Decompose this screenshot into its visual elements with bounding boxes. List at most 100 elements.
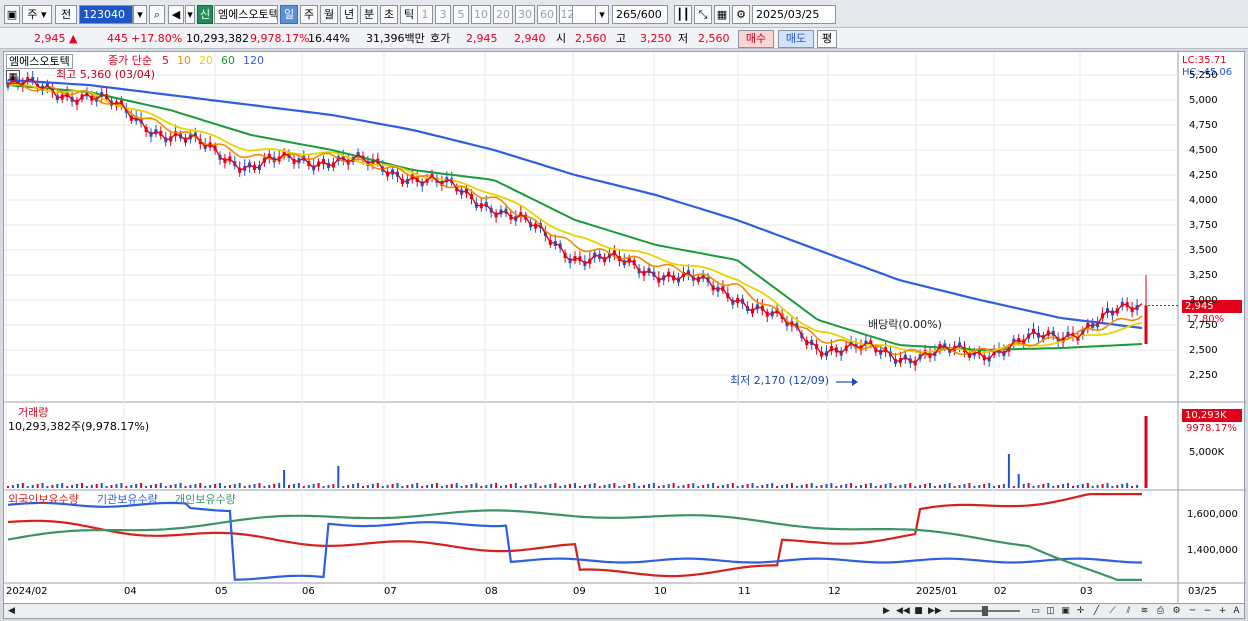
date-input[interactable]: 2025/03/25 [752, 5, 836, 24]
minute-preset-0[interactable]: 1 [417, 5, 433, 24]
volume-bar-91 [455, 483, 458, 488]
prev-button[interactable]: 전 [55, 5, 77, 24]
horizontal-scrollbar[interactable]: ◀ ▶ ◀◀ ■ ▶▶ ▭ ◫ ▣ ✛ ╱ ⟋ ⫽ ≋ ⎙ ⚙ ─ − + A [3, 603, 1245, 619]
interval-5[interactable]: 초 [380, 5, 398, 24]
minute-preset-3[interactable]: 10 [471, 5, 491, 24]
speaker-icon[interactable]: ◀ [168, 5, 184, 24]
candle-type-icon[interactable]: ┃┃ [674, 5, 692, 24]
volume-bar-50 [253, 484, 256, 488]
minimize-icon[interactable]: ─ [1186, 605, 1199, 618]
interval-3[interactable]: 년 [340, 5, 358, 24]
window-tile-icon[interactable]: ▣ [1059, 605, 1072, 618]
zoom-out-icon[interactable]: − [1201, 605, 1214, 618]
minute-preset-5[interactable]: 30 [515, 5, 535, 24]
volume-bar-179 [889, 483, 892, 488]
volume-pct-tag: 9978.17% [1186, 423, 1237, 434]
code-dropdown-icon[interactable]: ▾ [133, 5, 147, 24]
forward-icon[interactable]: ▶▶ [928, 605, 942, 618]
volume-bar-51 [258, 483, 261, 488]
legend-stock-name[interactable]: 엠에스오토텍 [6, 54, 73, 69]
trade-amount: 31,396백만 [366, 32, 425, 45]
minute-preset-2[interactable]: 5 [453, 5, 469, 24]
capture-icon[interactable]: ⎙ [1154, 605, 1167, 618]
holding-legend-2[interactable]: 개인보유수량 [175, 493, 236, 506]
volume-bar-129 [643, 485, 645, 488]
split-icon[interactable]: ◫ [1044, 605, 1057, 618]
settings-icon[interactable]: ⚙ [1170, 605, 1183, 618]
turnover-rate: 16.44% [308, 32, 350, 45]
gear-icon[interactable]: ⚙ [732, 5, 750, 24]
legend-ma-title[interactable]: 종가 단순 [108, 54, 152, 67]
crosshair-icon[interactable]: ✛ [1074, 605, 1087, 618]
count-field[interactable]: 265/600 [612, 5, 668, 24]
speaker-dropdown-icon[interactable]: ▾ [185, 5, 195, 24]
volume-pct: 9,978.17% [250, 32, 310, 45]
ma-legend-1[interactable]: 10 [177, 54, 191, 67]
sell-button[interactable]: 매도 [778, 30, 814, 48]
ma-120-line [7, 78, 1143, 330]
volume-bar-161 [800, 485, 803, 488]
ma-legend-4[interactable]: 120 [243, 54, 264, 67]
stock-code-input[interactable]: 123040 [79, 5, 133, 24]
zoom-in-icon[interactable]: + [1216, 605, 1229, 618]
layout-icon[interactable]: ▭ [1029, 605, 1042, 618]
ma-legend-2[interactable]: 20 [199, 54, 213, 67]
table-icon[interactable]: ▦ [6, 70, 20, 84]
volume-bar-202 [1002, 484, 1005, 488]
interval-1[interactable]: 주 [300, 5, 318, 24]
font-icon[interactable]: A [1230, 605, 1243, 618]
volume-bar-106 [529, 484, 532, 488]
volume-bar-206 [1022, 484, 1025, 488]
volume-bar-47 [238, 483, 241, 488]
trend-tool-icon[interactable]: ⟋ [1106, 605, 1119, 618]
search-icon[interactable]: ⌕ [149, 5, 165, 24]
line-tool-icon[interactable]: ╱ [1090, 605, 1103, 618]
volume-title: 거래량 [18, 406, 49, 419]
period-select[interactable]: 주 ▾ [22, 5, 52, 24]
volume-bar-229 [1136, 485, 1139, 488]
interval-4[interactable]: 분 [360, 5, 378, 24]
volume-bar-9 [51, 485, 54, 488]
scroll-left-icon[interactable]: ◀ [5, 605, 18, 618]
minute-preset-6[interactable]: 60 [537, 5, 557, 24]
ma-legend-0[interactable]: 5 [162, 54, 169, 67]
holding-line-1 [7, 501, 1142, 581]
volume-bar-157 [781, 485, 784, 488]
price-axis-label-10: 2,750 [1189, 320, 1218, 331]
minute-preset-1[interactable]: 3 [435, 5, 451, 24]
minute-preset-4[interactable]: 20 [493, 5, 513, 24]
volume-bar-111 [554, 483, 557, 488]
holding-legend-1[interactable]: 기관보유수량 [97, 493, 158, 506]
fib-tool-icon[interactable]: ≋ [1138, 605, 1151, 618]
stop-icon[interactable]: ■ [912, 605, 925, 618]
scroll-right-icon[interactable]: ▶ [880, 605, 893, 618]
volume-bar-25 [130, 485, 133, 488]
volume-bar-219 [1086, 483, 1089, 488]
buy-button[interactable]: 매수 [738, 30, 774, 48]
chart-area[interactable]: 엠에스오토텍 ▦ 종가 단순 5 10 20 60 120 최고 5,360 (03/0… [3, 51, 1246, 608]
volume-bar-135 [672, 483, 675, 488]
interval-dropdown-icon[interactable]: ▾ [595, 5, 609, 24]
zoom-icon[interactable]: ⤡ [694, 5, 712, 24]
volume-bar-147 [731, 483, 734, 488]
ma-legend-3[interactable]: 60 [221, 54, 235, 67]
zoom-slider-thumb[interactable] [982, 606, 988, 616]
channel-tool-icon[interactable]: ⫽ [1122, 605, 1135, 618]
volume-bar-31 [159, 483, 162, 488]
new-button[interactable]: 신 [197, 5, 213, 24]
interval-2[interactable]: 월 [320, 5, 338, 24]
price-axis-label-2: 4,750 [1189, 120, 1218, 131]
open-label: 시 [556, 32, 567, 45]
volume-bar-58 [293, 484, 295, 488]
stock-chart[interactable] [4, 52, 1246, 608]
volume-bar-74 [371, 484, 374, 488]
interval-0[interactable]: 일 [280, 5, 298, 24]
grid-icon[interactable]: ▦ [714, 5, 730, 24]
holding-legend-0[interactable]: 외국인보유수량 [8, 493, 79, 506]
window-icon[interactable]: ▣ [4, 5, 20, 24]
current-price: 2,945 ▲ [34, 32, 78, 45]
interval-6[interactable]: 틱 [400, 5, 418, 24]
rewind-icon[interactable]: ◀◀ [896, 605, 910, 618]
ask-label: 호가 [430, 32, 451, 45]
eval-button[interactable]: 평 [817, 30, 837, 48]
